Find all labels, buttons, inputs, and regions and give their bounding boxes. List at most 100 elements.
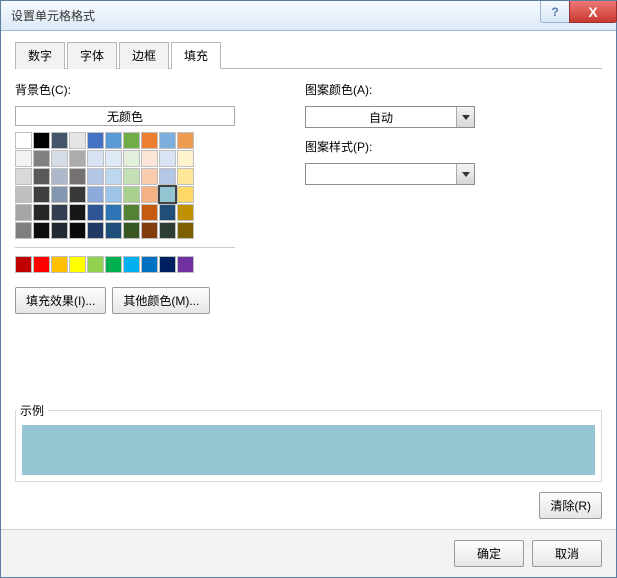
- color-swatch[interactable]: [33, 168, 50, 185]
- color-swatch[interactable]: [33, 150, 50, 167]
- color-swatch[interactable]: [51, 204, 68, 221]
- color-swatch[interactable]: [15, 256, 32, 273]
- color-swatch[interactable]: [159, 222, 176, 239]
- color-swatch[interactable]: [87, 168, 104, 185]
- color-swatch[interactable]: [159, 256, 176, 273]
- color-swatch[interactable]: [51, 222, 68, 239]
- color-swatch[interactable]: [177, 132, 194, 149]
- color-swatch[interactable]: [33, 222, 50, 239]
- window-controls: ? X: [540, 1, 616, 30]
- tab-0[interactable]: 数字: [15, 42, 65, 69]
- color-swatch[interactable]: [177, 256, 194, 273]
- color-swatch[interactable]: [15, 168, 32, 185]
- color-swatch[interactable]: [33, 186, 50, 203]
- color-swatch[interactable]: [87, 222, 104, 239]
- color-swatch[interactable]: [105, 256, 122, 273]
- color-swatch[interactable]: [87, 150, 104, 167]
- color-swatch[interactable]: [69, 150, 86, 167]
- tab-strip: 数字字体边框填充: [15, 41, 602, 69]
- tab-body-fill: 背景色(C): 无颜色 填充效果(I)... 其他颜色(M)... 图案颜色(A…: [15, 77, 602, 519]
- color-swatch[interactable]: [105, 204, 122, 221]
- color-swatch[interactable]: [51, 132, 68, 149]
- standard-colors-grid: [15, 256, 265, 273]
- color-swatch[interactable]: [15, 204, 32, 221]
- close-button[interactable]: X: [569, 1, 617, 23]
- color-swatch[interactable]: [123, 256, 140, 273]
- color-swatch[interactable]: [177, 222, 194, 239]
- cancel-button[interactable]: 取消: [532, 540, 602, 567]
- color-swatch[interactable]: [123, 186, 140, 203]
- tab-2[interactable]: 边框: [119, 42, 169, 69]
- fill-effects-button[interactable]: 填充效果(I)...: [15, 287, 106, 314]
- color-swatch[interactable]: [177, 186, 194, 203]
- color-swatch[interactable]: [105, 150, 122, 167]
- color-swatch[interactable]: [159, 204, 176, 221]
- color-swatch[interactable]: [141, 168, 158, 185]
- sample-preview: [22, 425, 595, 475]
- upper-row: 背景色(C): 无颜色 填充效果(I)... 其他颜色(M)... 图案颜色(A…: [15, 77, 602, 314]
- color-swatch[interactable]: [159, 168, 176, 185]
- ok-button[interactable]: 确定: [454, 540, 524, 567]
- color-swatch[interactable]: [51, 186, 68, 203]
- color-swatch[interactable]: [105, 168, 122, 185]
- help-button[interactable]: ?: [540, 1, 570, 23]
- color-swatch[interactable]: [159, 132, 176, 149]
- pattern-section: 图案颜色(A): 自动 图案样式(P):: [305, 77, 602, 314]
- color-swatch[interactable]: [141, 204, 158, 221]
- color-swatch[interactable]: [87, 256, 104, 273]
- theme-colors-grid: [15, 132, 265, 239]
- color-swatch[interactable]: [15, 222, 32, 239]
- no-color-button[interactable]: 无颜色: [15, 106, 235, 126]
- color-swatch[interactable]: [141, 222, 158, 239]
- close-icon: X: [588, 4, 597, 20]
- pattern-color-value: 自动: [306, 107, 456, 127]
- separator: [15, 247, 235, 248]
- color-swatch[interactable]: [159, 150, 176, 167]
- color-swatch[interactable]: [123, 222, 140, 239]
- pattern-style-label: 图案样式(P):: [305, 138, 602, 155]
- color-swatch[interactable]: [69, 168, 86, 185]
- color-swatch[interactable]: [15, 150, 32, 167]
- color-swatch[interactable]: [177, 150, 194, 167]
- color-swatch[interactable]: [123, 204, 140, 221]
- color-swatch[interactable]: [33, 204, 50, 221]
- color-swatch[interactable]: [123, 132, 140, 149]
- color-swatch[interactable]: [141, 132, 158, 149]
- fill-buttons-row: 填充效果(I)... 其他颜色(M)...: [15, 287, 265, 314]
- color-swatch[interactable]: [51, 150, 68, 167]
- color-swatch[interactable]: [51, 256, 68, 273]
- color-swatch[interactable]: [87, 204, 104, 221]
- color-swatch[interactable]: [105, 186, 122, 203]
- dialog-footer: 确定 取消: [1, 529, 616, 577]
- color-swatch[interactable]: [141, 150, 158, 167]
- color-swatch[interactable]: [141, 256, 158, 273]
- client-area: 数字字体边框填充 背景色(C): 无颜色 填充效果(I)... 其他颜色(M).…: [1, 31, 616, 529]
- color-swatch[interactable]: [87, 186, 104, 203]
- pattern-color-combo[interactable]: 自动: [305, 106, 475, 128]
- color-swatch[interactable]: [69, 132, 86, 149]
- other-colors-button[interactable]: 其他颜色(M)...: [112, 287, 210, 314]
- color-swatch[interactable]: [141, 186, 158, 203]
- tab-3[interactable]: 填充: [171, 42, 221, 69]
- color-swatch[interactable]: [69, 186, 86, 203]
- color-swatch[interactable]: [159, 186, 176, 203]
- color-swatch[interactable]: [87, 132, 104, 149]
- tab-1[interactable]: 字体: [67, 42, 117, 69]
- color-swatch[interactable]: [123, 168, 140, 185]
- color-swatch[interactable]: [177, 204, 194, 221]
- color-swatch[interactable]: [15, 186, 32, 203]
- color-swatch[interactable]: [51, 168, 68, 185]
- color-swatch[interactable]: [177, 168, 194, 185]
- pattern-style-combo[interactable]: [305, 163, 475, 185]
- color-swatch[interactable]: [69, 256, 86, 273]
- color-swatch[interactable]: [15, 132, 32, 149]
- window-title: 设置单元格格式: [11, 7, 540, 24]
- color-swatch[interactable]: [105, 222, 122, 239]
- clear-button[interactable]: 清除(R): [539, 492, 602, 519]
- color-swatch[interactable]: [33, 256, 50, 273]
- color-swatch[interactable]: [123, 150, 140, 167]
- color-swatch[interactable]: [69, 222, 86, 239]
- color-swatch[interactable]: [33, 132, 50, 149]
- color-swatch[interactable]: [105, 132, 122, 149]
- color-swatch[interactable]: [69, 204, 86, 221]
